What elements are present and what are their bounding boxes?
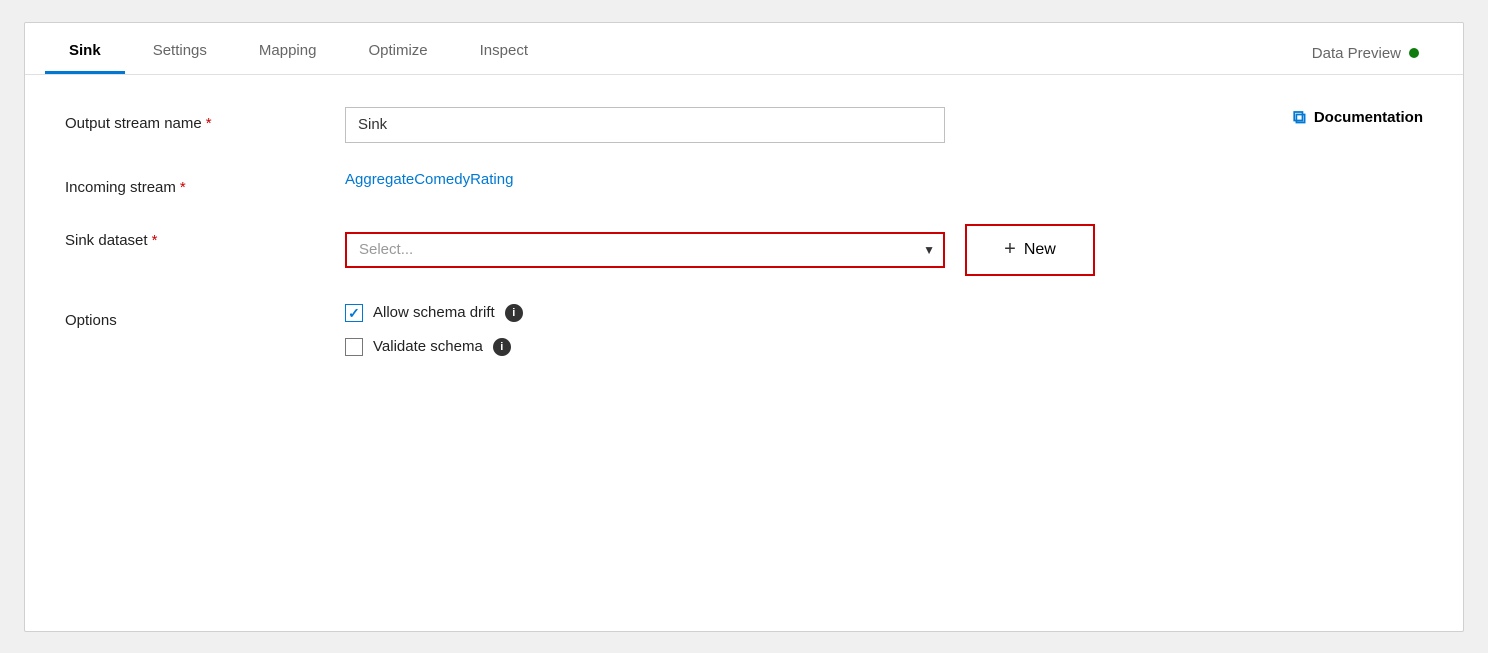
tab-sink[interactable]: Sink (45, 28, 125, 74)
validate-schema-row: Validate schema i (345, 338, 523, 356)
validate-schema-label: Validate schema (373, 338, 483, 355)
tab-inspect[interactable]: Inspect (456, 28, 552, 74)
tab-mapping[interactable]: Mapping (235, 28, 341, 74)
sink-dataset-label: Sink dataset * (65, 224, 345, 249)
plus-icon: + (1004, 238, 1016, 261)
validate-schema-info-icon[interactable]: i (493, 338, 511, 356)
options-control: ✓ Allow schema drift i Validate schema i (345, 304, 1103, 356)
sink-dataset-control: Select... ▼ + New (345, 224, 1103, 276)
tab-bar: Sink Settings Mapping Optimize Inspect D… (25, 23, 1463, 75)
incoming-stream-label: Incoming stream * (65, 171, 345, 196)
required-star-incoming: * (180, 179, 186, 196)
tab-data-preview[interactable]: Data Preview (1288, 31, 1443, 74)
allow-schema-drift-info-icon[interactable]: i (505, 304, 523, 322)
documentation-label: Documentation (1314, 109, 1423, 126)
output-stream-name-control (345, 107, 1103, 143)
allow-schema-drift-label: Allow schema drift (373, 304, 495, 321)
allow-schema-drift-checkbox[interactable]: ✓ (345, 304, 363, 322)
sink-dataset-row: Sink dataset * Select... ▼ + New (65, 224, 1103, 276)
tab-optimize[interactable]: Optimize (344, 28, 451, 74)
options-row: Options ✓ Allow schema drift i (65, 304, 1103, 356)
required-star-sink: * (152, 232, 158, 249)
status-dot-green (1409, 48, 1419, 58)
external-link-icon: ⧉ (1293, 107, 1306, 128)
options-label: Options (65, 304, 345, 329)
left-column: Output stream name * Incoming stream * A… (65, 107, 1103, 356)
tab-settings[interactable]: Settings (129, 28, 231, 74)
output-stream-name-label: Output stream name * (65, 107, 345, 132)
output-stream-name-row: Output stream name * (65, 107, 1103, 143)
main-container: Sink Settings Mapping Optimize Inspect D… (24, 22, 1464, 632)
incoming-stream-control: AggregateComedyRating (345, 171, 1103, 188)
content-area: Output stream name * Incoming stream * A… (25, 75, 1463, 388)
options-controls: ✓ Allow schema drift i Validate schema i (345, 304, 523, 356)
main-grid: Output stream name * Incoming stream * A… (65, 107, 1423, 356)
required-star-output: * (206, 115, 212, 132)
output-stream-name-input[interactable] (345, 107, 945, 143)
allow-schema-drift-row: ✓ Allow schema drift i (345, 304, 523, 322)
data-preview-label: Data Preview (1312, 45, 1401, 62)
new-button[interactable]: + New (965, 224, 1095, 276)
checkmark-icon: ✓ (348, 306, 360, 320)
incoming-stream-row: Incoming stream * AggregateComedyRating (65, 171, 1103, 196)
validate-schema-checkbox[interactable] (345, 338, 363, 356)
sink-dataset-select-container: Select... ▼ (345, 232, 945, 268)
right-column: ⧉ Documentation (1143, 107, 1423, 356)
incoming-stream-link[interactable]: AggregateComedyRating (345, 171, 513, 188)
sink-dataset-select[interactable]: Select... (345, 232, 945, 268)
new-button-label: New (1024, 241, 1056, 259)
documentation-link[interactable]: ⧉ Documentation (1293, 107, 1423, 128)
